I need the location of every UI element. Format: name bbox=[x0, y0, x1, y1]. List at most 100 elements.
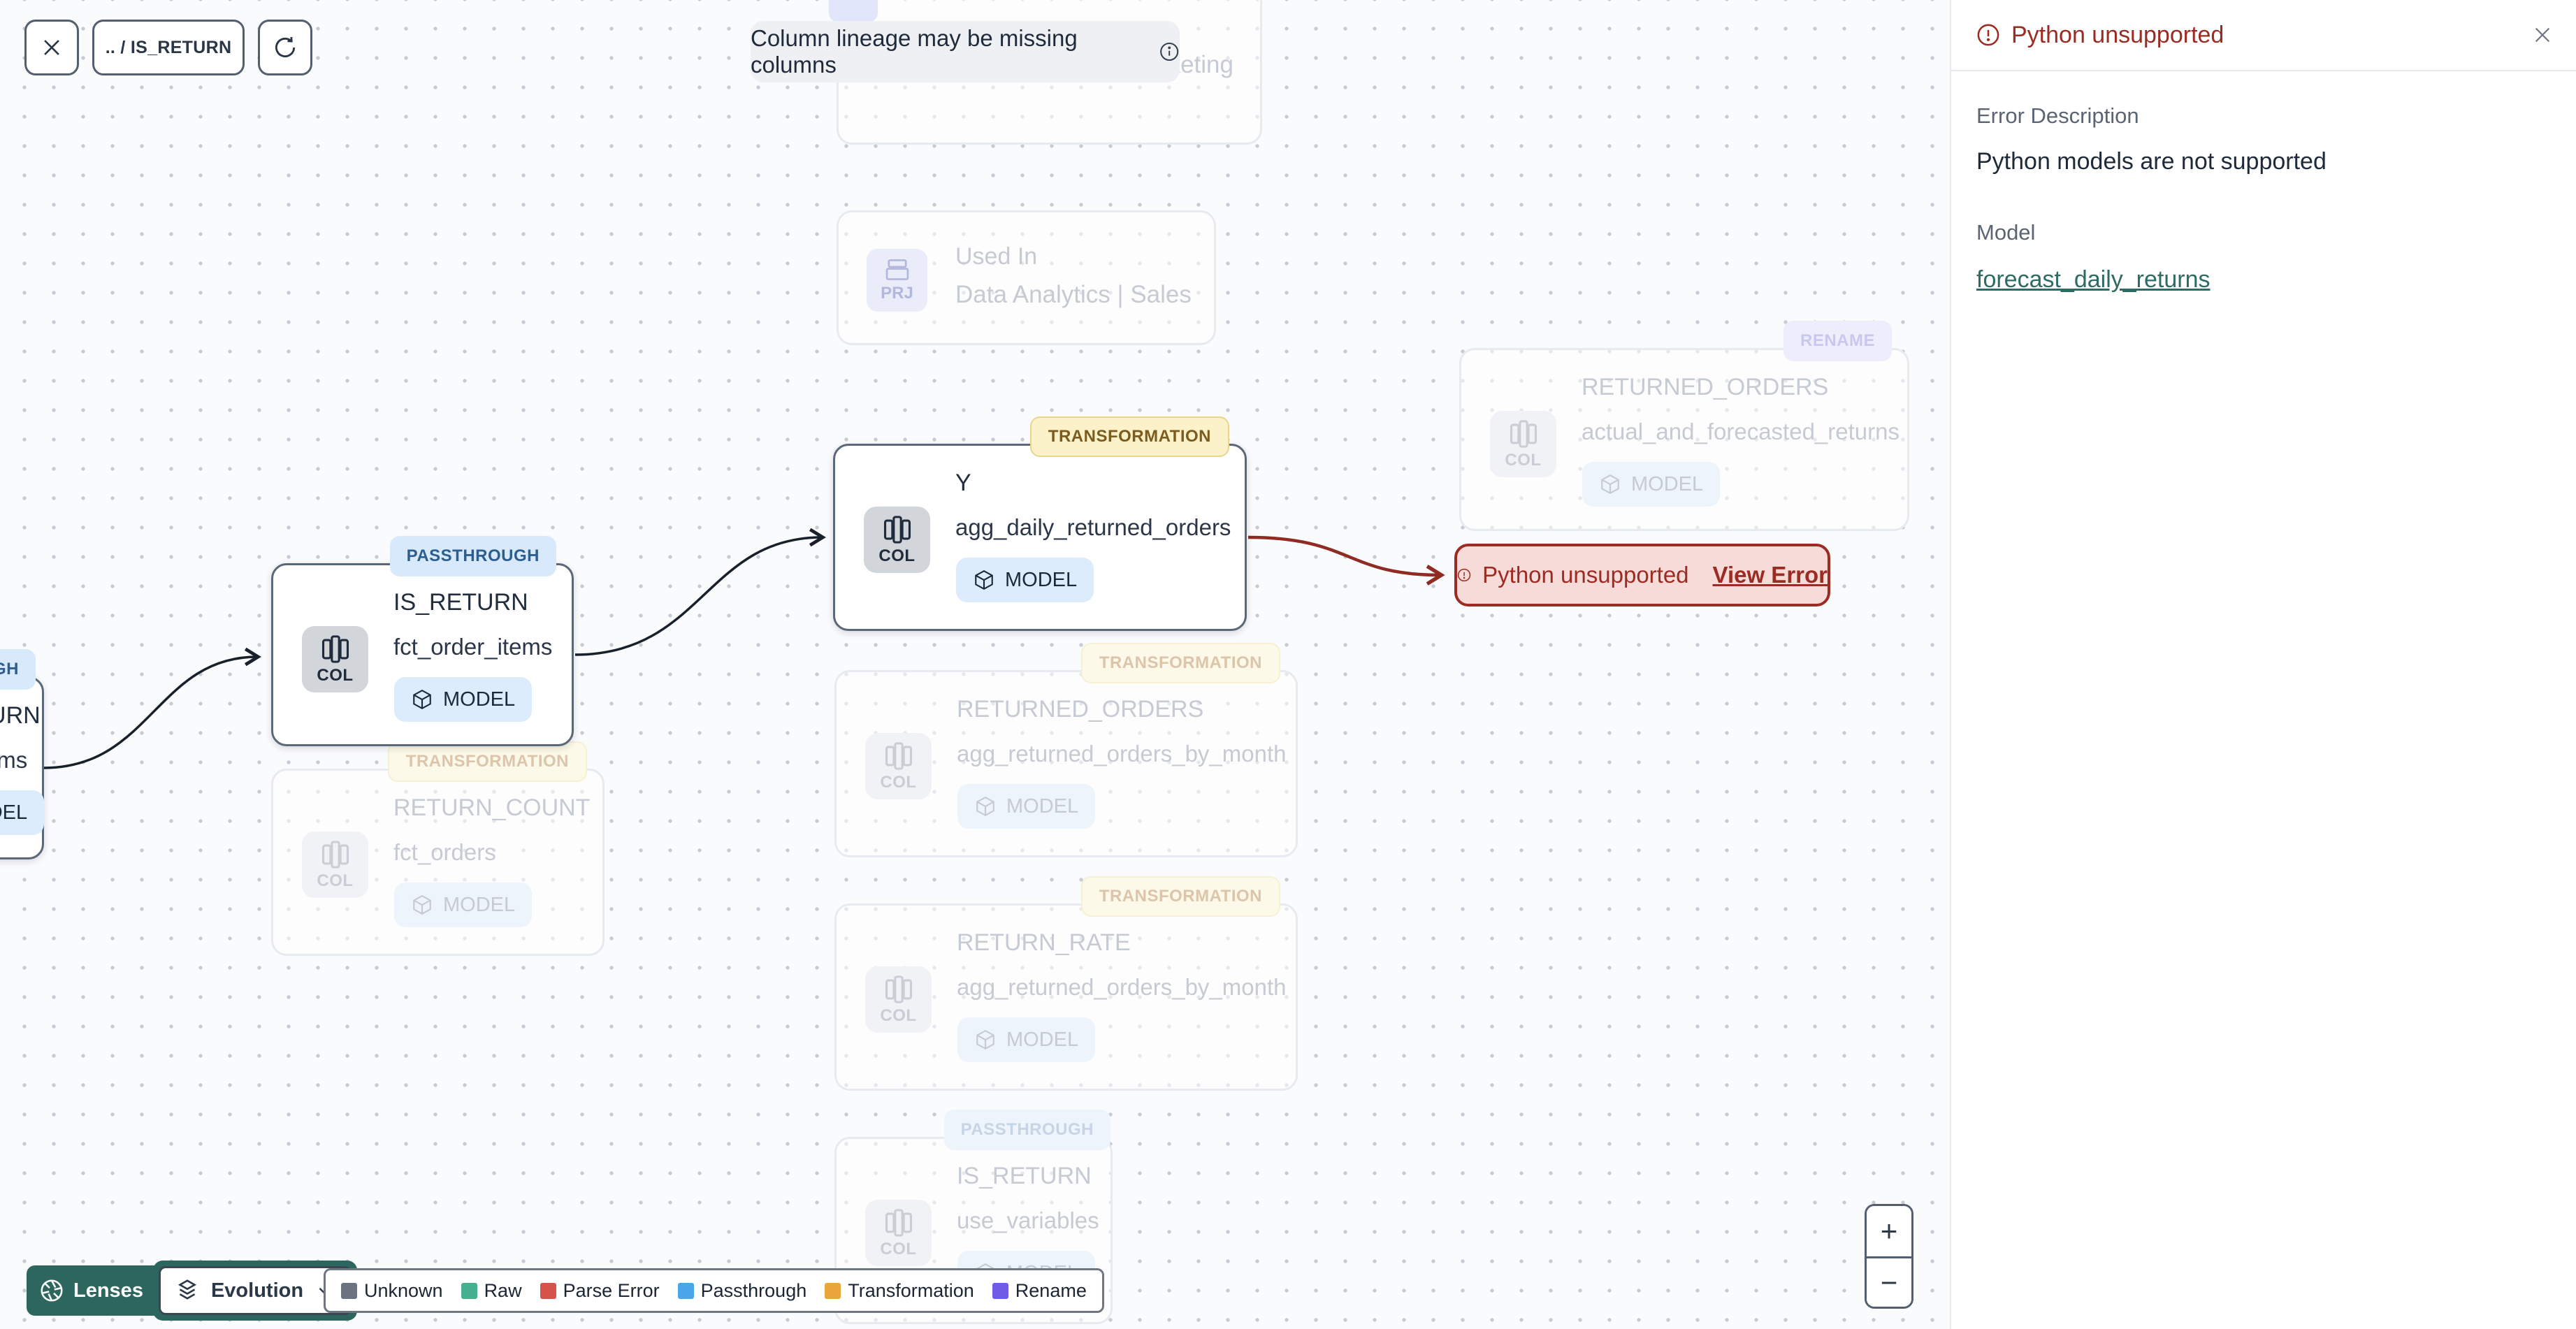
lens-mode-label: Evolution bbox=[210, 1279, 304, 1302]
column-icon: COL bbox=[865, 733, 932, 799]
legend-item-raw: Raw bbox=[461, 1280, 522, 1302]
panel-title: Python unsupported bbox=[2011, 21, 2224, 48]
column-icon: COL bbox=[865, 1200, 932, 1266]
model-chip: MODEL bbox=[957, 1017, 1096, 1062]
column-name: RETURN_RATE bbox=[957, 929, 1131, 956]
legend-item-transformation: Transformation bbox=[825, 1280, 974, 1302]
column-name: RETURNED_ORDERS bbox=[1582, 374, 1829, 400]
view-error-link[interactable]: View Error bbox=[1713, 562, 1828, 588]
node-returned-orders-by-month[interactable]: TRANSFORMATION COL RETURNED_ORDERS agg_r… bbox=[834, 643, 1298, 857]
legend-item-passthrough: Passthrough bbox=[677, 1280, 806, 1302]
error-chip-python-unsupported[interactable]: Python unsupported View Error bbox=[1454, 544, 1830, 607]
column-name: Y bbox=[955, 470, 971, 496]
legend-swatch bbox=[540, 1282, 556, 1299]
lineage-canvas[interactable]: Used In Data Analytics | Marketing PRJ U… bbox=[0, 0, 1950, 1329]
node-is-return-fct-order-items[interactable]: PASSTHROUGH COL IS_RETURN fct_order_item… bbox=[271, 536, 574, 746]
error-detail-panel: Python unsupported Error Description Pyt… bbox=[1950, 0, 2576, 1329]
model-label: Model bbox=[1976, 220, 2036, 245]
node-is-return-offscreen[interactable]: PASSTHROUGH IS_RETURN order_items MODEL bbox=[0, 649, 45, 859]
node-label: Used In bbox=[955, 243, 1038, 270]
node-return-count[interactable]: TRANSFORMATION COL RETURN_COUNT fct_orde… bbox=[271, 741, 605, 956]
zoom-out-button[interactable]: − bbox=[1867, 1256, 1911, 1307]
model-name: fct_orders bbox=[393, 839, 496, 865]
node-project: Data Analytics | Sales bbox=[955, 281, 1192, 308]
legend-item-rename: Rename bbox=[992, 1280, 1087, 1302]
banner-text: Column lineage may be missing columns bbox=[751, 25, 1078, 78]
legend-swatch bbox=[461, 1282, 477, 1299]
alert-circle-icon bbox=[1977, 24, 1999, 46]
column-name: IS_RETURN bbox=[957, 1163, 1092, 1189]
edge-is-return-to-y bbox=[574, 528, 826, 656]
model-name: use_variables bbox=[957, 1207, 1099, 1233]
model-name: agg_returned_orders_by_month bbox=[957, 741, 1287, 767]
lenses-label: Lenses bbox=[73, 1279, 143, 1302]
transformation-badge: TRANSFORMATION bbox=[1029, 416, 1229, 457]
legend-item-parse-error: Parse Error bbox=[540, 1280, 660, 1302]
close-lineage-button[interactable] bbox=[24, 20, 79, 75]
transformation-badge: TRANSFORMATION bbox=[387, 741, 587, 782]
close-icon bbox=[2535, 27, 2550, 43]
column-icon: COL bbox=[864, 507, 930, 573]
passthrough-badge: PASSTHROUGH bbox=[389, 536, 556, 576]
model-name: order_items bbox=[0, 747, 28, 773]
breadcrumb[interactable]: .. / IS_RETURN bbox=[92, 20, 245, 75]
lens-mode-dropdown[interactable]: Evolution bbox=[158, 1266, 352, 1315]
node-returned-orders-forecast[interactable]: RENAME COL RETURNED_ORDERS actual_and_fo… bbox=[1459, 321, 1909, 531]
alert-circle-icon bbox=[1457, 568, 1471, 582]
model-name: actual_and_forecasted_returns bbox=[1582, 419, 1900, 444]
project-icon: PRJ bbox=[867, 249, 927, 312]
panel-close-button[interactable] bbox=[2531, 24, 2554, 46]
status-legend: Unknown Raw Parse Error Passthrough Tran… bbox=[324, 1268, 1104, 1313]
passthrough-badge: PASSTHROUGH bbox=[0, 649, 36, 690]
column-name: IS_RETURN bbox=[0, 702, 41, 729]
node-used-in-sales[interactable]: PRJ Used In Data Analytics | Sales bbox=[837, 210, 1216, 345]
node-y-agg-daily-returned-orders[interactable]: TRANSFORMATION COL Y agg_daily_returned_… bbox=[833, 416, 1247, 631]
legend-swatch bbox=[992, 1282, 1008, 1299]
legend-swatch bbox=[677, 1282, 694, 1299]
column-name: RETURN_COUNT bbox=[393, 794, 591, 821]
model-chip: MODEL bbox=[394, 883, 533, 927]
model-name: agg_returned_orders_by_month bbox=[957, 974, 1287, 1000]
lens-bar: Lenses Evolution bbox=[27, 1261, 358, 1321]
model-chip: MODEL bbox=[957, 784, 1096, 829]
zoom-controls: + − bbox=[1865, 1204, 1913, 1309]
lenses-button[interactable]: Lenses bbox=[27, 1265, 163, 1316]
badge-fragment bbox=[829, 0, 878, 22]
model-link[interactable]: forecast_daily_returns bbox=[1976, 266, 2210, 293]
model-chip: MODEL bbox=[956, 558, 1094, 602]
passthrough-badge: PASSTHROUGH bbox=[943, 1110, 1110, 1150]
node-return-rate[interactable]: TRANSFORMATION COL RETURN_RATE agg_retur… bbox=[834, 876, 1298, 1091]
lineage-app: Used In Data Analytics | Marketing PRJ U… bbox=[0, 0, 2576, 1329]
error-chip-label: Python unsupported bbox=[1482, 562, 1689, 588]
column-icon: COL bbox=[1490, 411, 1556, 477]
error-description-label: Error Description bbox=[1976, 103, 2139, 128]
column-icon: COL bbox=[302, 626, 368, 692]
error-description-value: Python models are not supported bbox=[1976, 148, 2327, 175]
column-name: RETURNED_ORDERS bbox=[957, 696, 1204, 722]
legend-item-unknown: Unknown bbox=[341, 1280, 443, 1302]
close-icon bbox=[44, 40, 59, 55]
refresh-icon bbox=[275, 37, 296, 58]
lineage-warning-banner: Column lineage may be missing columns bbox=[751, 21, 1180, 82]
transformation-badge: TRANSFORMATION bbox=[1080, 876, 1280, 917]
edge-error bbox=[1247, 535, 1445, 586]
model-chip: MODEL bbox=[394, 677, 533, 722]
edge-upstream bbox=[43, 647, 261, 769]
rename-badge: RENAME bbox=[1783, 321, 1892, 361]
transformation-badge: TRANSFORMATION bbox=[1080, 643, 1280, 683]
refresh-button[interactable] bbox=[258, 20, 312, 75]
lenses-aperture-icon bbox=[41, 1279, 63, 1302]
panel-header: Python unsupported bbox=[1951, 0, 2576, 71]
info-icon[interactable] bbox=[1159, 41, 1180, 63]
model-chip: MODEL bbox=[1582, 462, 1721, 507]
column-icon: COL bbox=[865, 966, 932, 1033]
panel-body: Error Description Python models are not … bbox=[1951, 71, 2576, 326]
column-icon: COL bbox=[302, 831, 368, 898]
model-chip: MODEL bbox=[0, 790, 45, 835]
layers-icon bbox=[178, 1279, 197, 1300]
zoom-in-button[interactable]: + bbox=[1867, 1206, 1911, 1256]
model-name: agg_daily_returned_orders bbox=[955, 514, 1231, 540]
column-name: IS_RETURN bbox=[393, 589, 528, 616]
legend-swatch bbox=[341, 1282, 357, 1299]
legend-swatch bbox=[825, 1282, 841, 1299]
